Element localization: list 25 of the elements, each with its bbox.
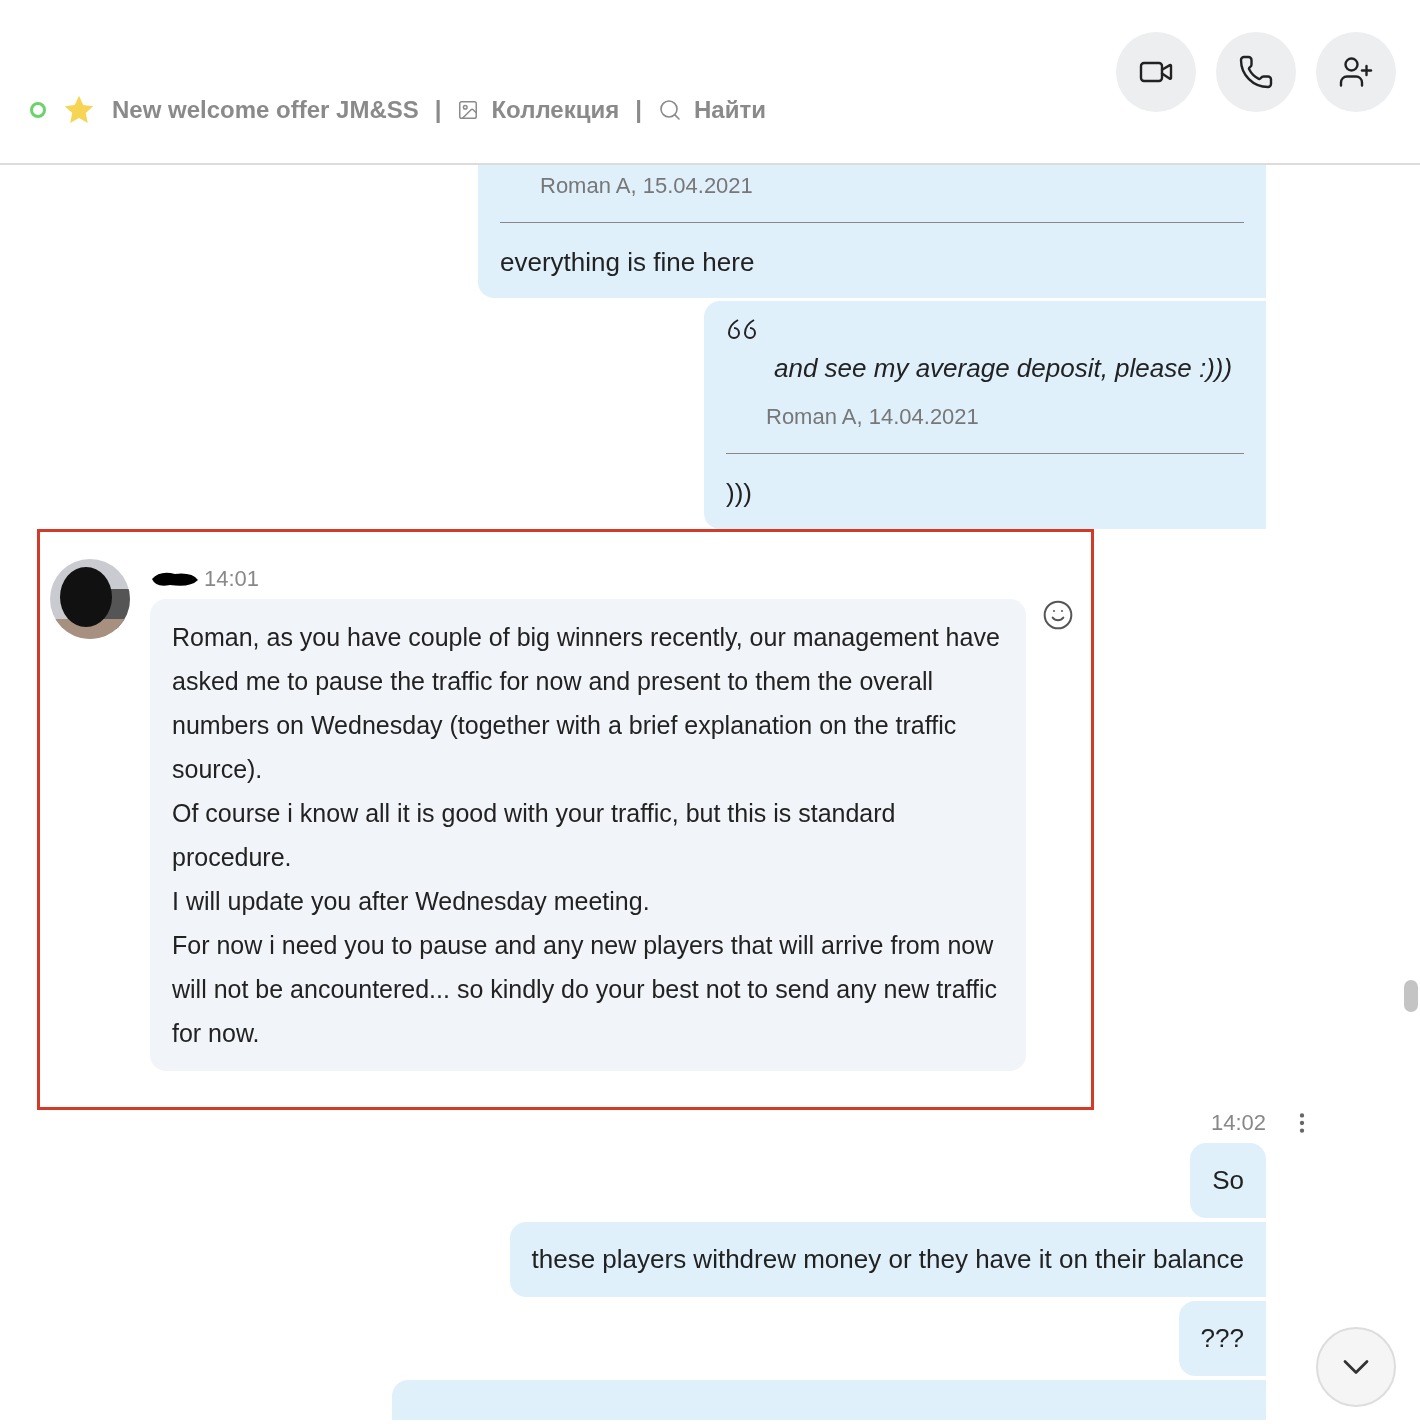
message-text: For now i need you to pause and any new players that will arrive from now will not be ancountered... so kindly do your best not to send any new traffic for now.	[172, 930, 999, 1049]
message-time: 14:01	[204, 565, 260, 593]
quote-author: Roman A, 14.04.2021	[765, 403, 980, 431]
search-link[interactable]: Найти	[657, 92, 766, 128]
phone-icon	[1238, 53, 1274, 90]
separator: |	[434, 95, 442, 125]
gallery-link[interactable]: Коллекция	[457, 92, 620, 128]
chat-title: New welcome offer JM&SS	[112, 95, 419, 125]
message-text: everything is fine here	[500, 246, 756, 279]
message-text: ???	[1200, 1323, 1244, 1353]
message-text: So	[1212, 1165, 1244, 1195]
search-icon	[657, 98, 682, 122]
message-text: I will update you after Wednesday meeting.	[172, 886, 651, 917]
scrollbar-thumb[interactable]	[1404, 980, 1418, 1012]
emoji-reaction-icon[interactable]	[1042, 599, 1074, 631]
message-text: )))	[726, 477, 753, 510]
separator: |	[635, 95, 642, 125]
message-text: these players withdrew money or they have it on their balance	[531, 1244, 1244, 1274]
quoted-text: and see my average deposit, please :)))	[773, 352, 1234, 385]
quote-icon	[726, 317, 758, 341]
message-text: Roman, as you have couple of big winners recently, our management have asked me to pause the traffic for now and present to them the overall numbers on Wednesday (together with a brief explanation on the traffic source).	[172, 622, 1001, 785]
quote-author: Roman A, 15.04.2021	[539, 172, 754, 200]
image-icon	[457, 99, 480, 121]
message-time: 14:02	[1210, 1109, 1266, 1137]
message-text: Of course i know all it is good with your traffic, but this is standard procedure.	[172, 798, 897, 873]
